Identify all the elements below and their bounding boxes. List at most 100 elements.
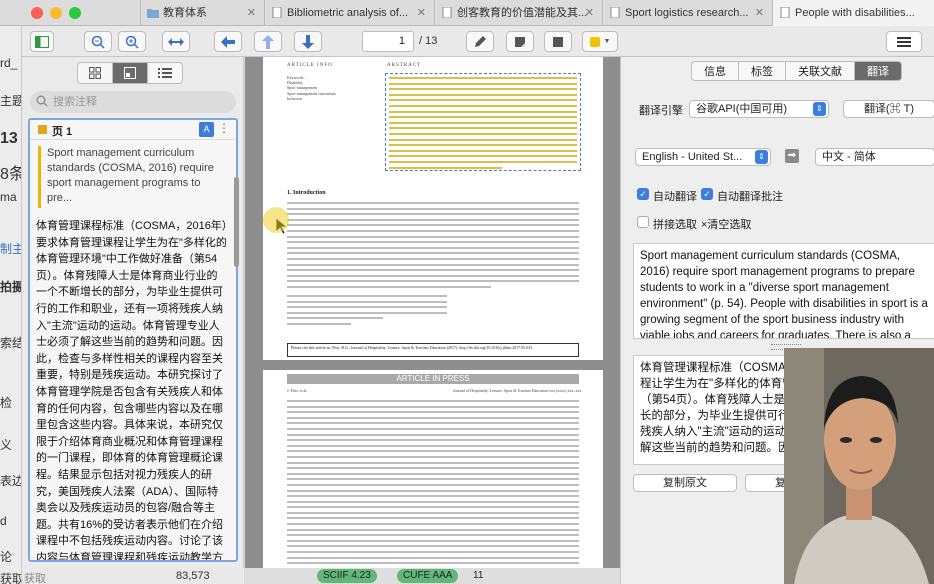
tab-document[interactable]: 创客教育的价值潜能及其... ✕ xyxy=(434,0,602,26)
concat-select-label: 拼接选取 xyxy=(653,219,697,231)
highlight-area-button[interactable] xyxy=(544,31,572,52)
clear-select-button[interactable]: ×清空选取 xyxy=(701,216,751,232)
annotation-icon xyxy=(124,67,136,79)
page-number-input[interactable]: 1 xyxy=(362,31,414,52)
annotation-quote: Sport management curriculum standards (C… xyxy=(38,146,226,208)
target-language-select[interactable]: 中文 - 简体 xyxy=(815,148,934,166)
close-icon[interactable]: ✕ xyxy=(585,0,594,26)
page-header-right: Journal of Hospitality, Leisure, Sport &… xyxy=(453,388,582,393)
pen-icon xyxy=(475,35,486,47)
citation-notice: Please cite this article as: Pitts, B.G.… xyxy=(291,345,533,350)
tab-document-active[interactable]: People with disabilities... xyxy=(772,0,934,26)
highlight-color-button[interactable]: ▼ xyxy=(582,31,618,52)
source-language-select[interactable]: English - United St... ⇕ xyxy=(635,148,771,166)
tab-info[interactable]: 信息 xyxy=(691,61,739,81)
arrow-down-icon xyxy=(302,34,314,49)
auto-translate-annotations-label: 自动翻译批注 xyxy=(717,191,783,203)
engine-select[interactable]: 谷歌API(中国可用) ⇕ xyxy=(689,100,829,118)
document-icon xyxy=(442,7,452,18)
pdf-viewer[interactable]: ARTICLE INFO ABSTRACT Keywords: Disabili… xyxy=(245,57,620,584)
engine-value: 谷歌API(中国可用) xyxy=(696,103,788,115)
translate-icon[interactable]: A xyxy=(199,122,214,137)
tab-label: People with disabilities... xyxy=(795,7,915,19)
back-button[interactable] xyxy=(214,31,242,52)
status-bar: SCIIF 4.23 CUFE AAA 11 xyxy=(245,568,620,584)
grid-icon xyxy=(89,67,101,79)
sidebar-toggle-button[interactable] xyxy=(30,31,54,52)
chevron-updown-icon: ⇕ xyxy=(813,102,826,116)
search-placeholder: 搜索注释 xyxy=(53,96,97,108)
tab-translate[interactable]: 翻译 xyxy=(855,61,902,81)
concat-select-checkbox[interactable] xyxy=(637,216,649,228)
chevron-updown-icon: ⇕ xyxy=(755,150,768,164)
highlighted-abstract[interactable] xyxy=(385,73,581,171)
strip-text: 8条 xyxy=(0,166,21,183)
strip-text: 拍摄 xyxy=(0,280,22,294)
annotation-scrollbar[interactable] xyxy=(234,177,239,267)
fit-width-button[interactable] xyxy=(162,31,190,52)
minimize-window-button[interactable] xyxy=(50,7,62,19)
status-badge: CUFE AAA xyxy=(397,569,459,583)
auto-translate-annotations-checkbox[interactable]: ✓ xyxy=(701,188,713,200)
engine-label: 翻译引擎 xyxy=(639,105,683,117)
thumbnail-view-button[interactable] xyxy=(77,62,113,84)
note-icon xyxy=(515,36,525,47)
pdf-page: ARTICLE IN PRESS J. Pitts, et al. Journa… xyxy=(263,370,603,584)
outline-view-button[interactable] xyxy=(147,62,183,84)
annotation-header: 页 1 A ⋮ xyxy=(30,120,236,140)
close-window-button[interactable] xyxy=(31,7,43,19)
article-info-heading: ARTICLE INFO xyxy=(287,63,333,68)
annotations-panel: 搜索注释 页 1 A ⋮ Sport management curriculum… xyxy=(22,57,244,584)
area-select-icon xyxy=(553,36,563,47)
swap-arrow-icon[interactable]: ➡ xyxy=(785,149,799,163)
zoom-out-icon xyxy=(91,35,105,49)
footnote-lines xyxy=(287,295,447,329)
copy-source-button[interactable]: 复制原文 xyxy=(633,474,737,492)
source-text: Sport management curriculum standards (C… xyxy=(640,250,932,339)
menu-button[interactable] xyxy=(886,31,922,52)
presenter-photo xyxy=(784,348,934,584)
abstract-heading: ABSTRACT xyxy=(387,63,422,68)
zoom-in-button[interactable] xyxy=(118,31,146,52)
annotation-comment[interactable]: 体育管理课程标准（COSMA，2016年）要求体育管理课程让学生为在"多样化的体… xyxy=(36,218,228,560)
auto-translate-checkbox[interactable]: ✓ xyxy=(637,188,649,200)
zoom-in-icon xyxy=(125,35,139,49)
tab-label: 教育体系 xyxy=(163,7,207,19)
maximize-window-button[interactable] xyxy=(69,7,81,19)
close-icon[interactable]: ✕ xyxy=(755,0,764,26)
note-tool-button[interactable] xyxy=(506,31,534,52)
annotation-search-input[interactable]: 搜索注释 xyxy=(30,91,236,113)
tab-folder[interactable]: 教育体系 ✕ xyxy=(140,0,264,26)
strip-text: 13 xyxy=(0,130,18,147)
more-options-icon[interactable]: ⋮ xyxy=(218,121,230,135)
keyword: Inclusion xyxy=(287,95,302,101)
annotation-card[interactable]: 页 1 A ⋮ Sport management curriculum stan… xyxy=(28,118,238,562)
strip-text: 论 xyxy=(0,550,13,564)
menu-icon xyxy=(897,36,911,47)
next-page-button[interactable] xyxy=(294,31,322,52)
tab-label: Sport logistics research... xyxy=(625,7,749,19)
body-text-lines xyxy=(287,400,579,584)
chevron-down-icon: ▼ xyxy=(603,38,611,45)
strip-text: d xyxy=(0,514,7,528)
keywords-list: Keywords: Disability Sport management Sp… xyxy=(287,75,336,101)
status-value: 83,573 xyxy=(176,570,210,582)
close-icon[interactable]: ✕ xyxy=(247,0,256,26)
previous-page-button[interactable] xyxy=(254,31,282,52)
tab-document[interactable]: Bibliometric analysis of... ✕ xyxy=(264,0,434,26)
source-text-box[interactable]: Sport management curriculum standards (C… xyxy=(633,243,934,339)
zoom-out-button[interactable] xyxy=(84,31,112,52)
document-icon xyxy=(272,7,282,18)
color-swatch-icon xyxy=(589,36,600,47)
translate-button[interactable]: 翻译(⌘ T) xyxy=(843,100,934,118)
tab-tags[interactable]: 标签 xyxy=(739,61,786,81)
pen-tool-button[interactable] xyxy=(466,31,494,52)
close-icon[interactable]: ✕ xyxy=(417,0,426,26)
strip-text: 制主 xyxy=(0,242,22,256)
annotation-view-button[interactable] xyxy=(112,62,148,84)
tab-related[interactable]: 关联文献 xyxy=(786,61,855,81)
list-icon xyxy=(158,68,172,78)
tab-document[interactable]: Sport logistics research... ✕ xyxy=(602,0,772,26)
background-status-row: 获取 83,573 xyxy=(22,568,244,584)
strip-text: rd_ xyxy=(0,56,18,70)
